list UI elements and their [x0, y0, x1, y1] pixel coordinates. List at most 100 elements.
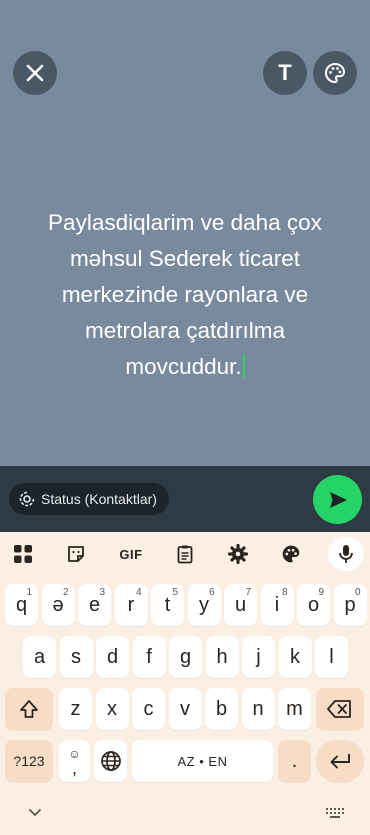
key-label: z — [70, 697, 81, 720]
key-z[interactable]: z — [59, 688, 92, 730]
status-text-line: movcuddur. — [20, 349, 350, 385]
status-text-input[interactable]: Paylasdiqlarim ve daha çox məhsul Sedere… — [20, 205, 350, 385]
key-a[interactable]: a — [23, 636, 56, 678]
key-p[interactable]: p0 — [333, 584, 367, 626]
shift-key[interactable] — [5, 688, 53, 730]
key-ə[interactable]: ə2 — [41, 584, 75, 626]
audience-selector[interactable]: Status (Kontaktlar) — [9, 483, 169, 515]
key-e[interactable]: e3 — [78, 584, 111, 626]
key-hint: 2 — [62, 587, 69, 598]
apps-grid-button[interactable] — [9, 541, 37, 567]
status-canvas[interactable]: T Paylasdiqlarim ve daha çox məhsul Sede… — [0, 0, 370, 466]
key-u[interactable]: u7 — [224, 584, 257, 626]
text-cursor — [242, 354, 245, 378]
keyboard-settings-button[interactable] — [224, 541, 252, 567]
period-key[interactable]: . — [278, 740, 311, 782]
key-hint: 5 — [172, 587, 178, 598]
key-label: o — [307, 593, 320, 616]
key-j[interactable]: j — [242, 636, 275, 678]
status-text-line: Paylasdiqlarim ve daha çox — [48, 210, 322, 235]
key-c[interactable]: c — [132, 688, 165, 730]
key-hint: 6 — [208, 587, 215, 598]
enter-icon — [330, 754, 350, 769]
key-label: ə — [52, 593, 64, 616]
sticker-button[interactable] — [62, 541, 90, 567]
status-text-line: metrolara çatdırılma — [84, 318, 286, 343]
key-label: b — [215, 697, 228, 720]
voice-input-button[interactable] — [328, 537, 364, 571]
key-label: g — [179, 645, 192, 668]
key-label: a — [33, 645, 46, 668]
key-q[interactable]: q1 — [5, 584, 38, 626]
symbols-key-label: ?123 — [13, 753, 45, 769]
emoji-comma-key[interactable]: ☺ , — [59, 740, 90, 782]
key-i[interactable]: i8 — [260, 584, 294, 626]
backspace-key[interactable] — [316, 688, 364, 730]
gif-icon: GIF — [119, 546, 143, 562]
key-label: c — [143, 697, 154, 720]
audience-label: Status (Kontaktlar) — [41, 491, 157, 507]
key-t[interactable]: t5 — [151, 584, 184, 626]
key-label: y — [199, 593, 209, 616]
settings-icon — [228, 544, 248, 564]
close-icon — [26, 64, 44, 82]
key-label: h — [216, 645, 228, 668]
key-hint: 9 — [318, 587, 324, 598]
palette-icon — [282, 545, 300, 563]
keyboard-toolbar: GIF — [0, 532, 370, 576]
keyboard-nav-bar — [0, 794, 370, 835]
switch-keyboard-button[interactable] — [324, 806, 346, 825]
key-s[interactable]: s — [59, 636, 93, 678]
key-label: r — [127, 593, 135, 616]
key-label: k — [290, 645, 300, 668]
color-button[interactable] — [313, 51, 357, 95]
sticker-icon — [68, 546, 84, 562]
mic-icon — [339, 545, 353, 563]
status-text-last-line: movcuddur. — [125, 354, 242, 379]
globe-icon — [100, 751, 121, 771]
text-icon: T — [278, 60, 292, 85]
language-key[interactable] — [94, 740, 127, 782]
symbols-key[interactable]: ?123 — [5, 740, 53, 782]
space-key[interactable]: AZ • EN — [132, 740, 273, 782]
status-text-line: merkezinde rayonlara ve — [61, 282, 309, 307]
key-l[interactable]: l — [315, 636, 348, 678]
keyboard-icon — [326, 808, 344, 818]
key-k[interactable]: k — [278, 636, 312, 678]
space-key-label: AZ • EN — [177, 753, 228, 769]
key-v[interactable]: v — [168, 688, 202, 730]
key-label: j — [256, 645, 261, 668]
key-g[interactable]: g — [169, 636, 202, 678]
close-button[interactable] — [13, 51, 57, 95]
gif-button[interactable]: GIF — [115, 541, 147, 567]
key-label: i — [274, 593, 280, 616]
key-y[interactable]: y6 — [187, 584, 221, 626]
key-b[interactable]: b — [205, 688, 238, 730]
key-x[interactable]: x — [95, 688, 129, 730]
apps-grid-icon — [14, 545, 32, 563]
key-o[interactable]: o9 — [297, 584, 330, 626]
clipboard-icon — [177, 545, 193, 564]
key-n[interactable]: n — [241, 688, 275, 730]
key-h[interactable]: h — [205, 636, 239, 678]
palette-icon — [325, 62, 346, 84]
theme-button[interactable] — [277, 541, 305, 567]
enter-key[interactable] — [316, 740, 364, 782]
key-m[interactable]: m — [278, 688, 311, 730]
clipboard-button[interactable] — [171, 541, 199, 567]
status-text-line: məhsul Sederek ticaret — [69, 246, 301, 271]
key-label: q — [15, 593, 28, 616]
key-label: d — [106, 645, 119, 668]
key-f[interactable]: f — [132, 636, 166, 678]
text-style-button[interactable]: T — [263, 51, 307, 95]
key-label: f — [146, 645, 152, 668]
key-r[interactable]: r4 — [114, 584, 148, 626]
key-hint: 8 — [281, 587, 288, 598]
key-label: m — [286, 697, 303, 720]
comma-key-label: , — [71, 758, 77, 778]
key-hint: 1 — [26, 587, 32, 598]
key-d[interactable]: d — [96, 636, 129, 678]
hide-keyboard-button[interactable] — [26, 806, 44, 825]
send-button[interactable] — [313, 475, 362, 524]
key-hint: 4 — [135, 587, 142, 598]
